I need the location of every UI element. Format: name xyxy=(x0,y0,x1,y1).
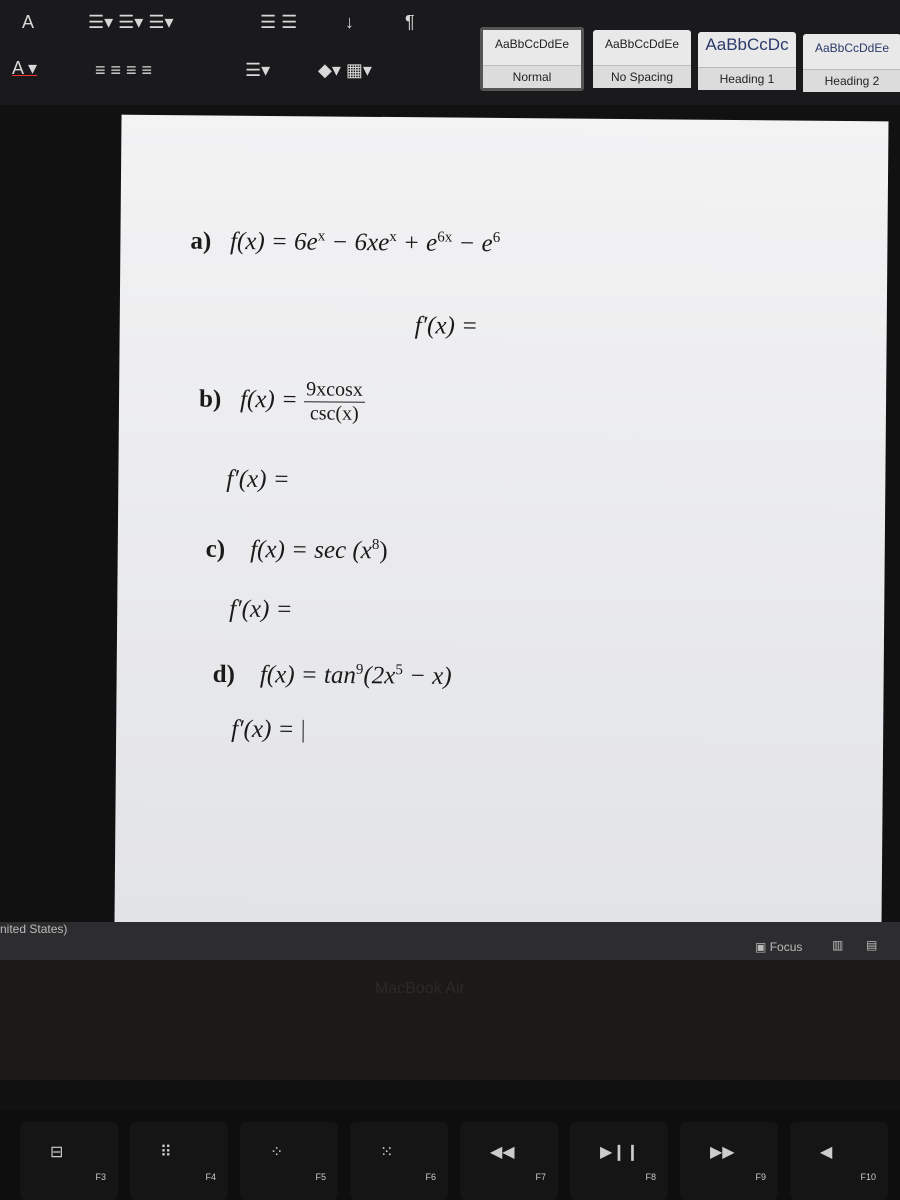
key-f4[interactable]: ⠿ F4 xyxy=(130,1122,228,1200)
denominator: csc(x) xyxy=(309,402,359,425)
label: a) xyxy=(190,227,212,255)
text-color-icon[interactable]: A ▾ xyxy=(12,58,37,79)
label: b) xyxy=(198,385,222,413)
style-preview: AaBbCcDdEe xyxy=(604,37,680,51)
key-f8[interactable]: ▶❙❙ F8 xyxy=(570,1122,668,1200)
text: f(x) = xyxy=(239,385,298,414)
text: f′(x) = xyxy=(231,715,295,744)
equation-a: a) f(x) = 6ex − 6xex + e6x − e6 xyxy=(190,227,500,258)
key-f7[interactable]: ◀◀ F7 xyxy=(460,1122,558,1200)
exp: 6x xyxy=(437,229,453,246)
mission-control-icon: ⊟ xyxy=(50,1144,64,1161)
text: − 6xe xyxy=(325,228,390,257)
document-page[interactable]: a) f(x) = 6ex − 6xex + e6x − e6 f′(x) = … xyxy=(114,114,889,930)
text: + e xyxy=(396,229,438,257)
style-heading-1[interactable]: AaBbCcDc Heading 1 xyxy=(698,32,796,90)
label: c) xyxy=(205,535,226,563)
text: f′(x) = xyxy=(414,312,479,340)
exp: 9 xyxy=(355,661,364,678)
line-spacing-icon[interactable]: ☰▾ xyxy=(245,60,270,81)
text: f(x) = 6e xyxy=(229,227,318,256)
shading-icon[interactable]: ◆▾ ▦▾ xyxy=(318,60,372,81)
exp: x xyxy=(317,228,326,245)
style-heading-2[interactable]: AaBbCcDdEe Heading 2 xyxy=(803,34,900,92)
derivative-a: f′(x) = xyxy=(415,312,479,341)
style-preview: AaBbCcDdEe xyxy=(494,37,570,51)
keyboard-light-down-icon: ⁘ xyxy=(270,1144,284,1161)
text: f(x) = tan xyxy=(259,661,357,690)
key-label: F3 xyxy=(95,1172,106,1182)
style-preview: AaBbCcDc xyxy=(705,35,789,54)
keyboard-light-up-icon: ⁙ xyxy=(380,1144,394,1161)
key-f10[interactable]: ◀ F10 xyxy=(790,1122,888,1200)
key-f9[interactable]: ▶▶ F9 xyxy=(680,1122,778,1200)
bullets-icon[interactable]: ☰▾ ☰▾ ☰▾ xyxy=(88,12,174,33)
play-pause-icon: ▶❙❙ xyxy=(600,1144,640,1161)
key-label: F6 xyxy=(425,1172,436,1182)
text: ) xyxy=(379,537,388,565)
equation-d: d) f(x) = tan9(2x5 − x) xyxy=(213,660,452,690)
numerator: 9xcosx xyxy=(304,378,365,403)
mute-icon: ◀ xyxy=(820,1144,833,1161)
style-name: Normal xyxy=(483,65,581,88)
style-name: No Spacing xyxy=(593,65,691,88)
key-f5[interactable]: ⁘ F5 xyxy=(240,1122,338,1200)
equation-b: b) f(x) = 9xcosx csc(x) xyxy=(199,377,365,425)
font-color-icon[interactable]: A xyxy=(22,12,34,33)
text: f′(x) = xyxy=(226,465,290,494)
text: − e xyxy=(452,229,493,258)
text: f′(x) = xyxy=(229,595,293,624)
exp: 8 xyxy=(371,536,380,553)
indent-icon[interactable]: ☰ ☰ xyxy=(260,12,297,33)
focus-button[interactable]: ▣ Focus xyxy=(755,940,802,954)
language-indicator[interactable]: nited States) xyxy=(0,922,67,936)
web-layout-icon[interactable]: ▤ xyxy=(866,938,877,952)
style-name: Heading 1 xyxy=(698,67,796,90)
focus-label: Focus xyxy=(769,940,803,954)
equation-c: c) f(x) = sec (x8) xyxy=(206,535,388,565)
key-label: F8 xyxy=(645,1172,656,1182)
key-label: F7 xyxy=(535,1172,546,1182)
derivative-c: f′(x) = xyxy=(229,596,293,625)
text: f(x) = sec (x xyxy=(250,536,372,565)
ribbon-toolbar: A A ▾ ☰▾ ☰▾ ☰▾ ☰ ☰ ↓ ¶ ≡ ≡ ≡ ≡ ☰▾ ◆▾ ▦▾ … xyxy=(0,0,900,105)
print-layout-icon[interactable]: ▥ xyxy=(832,938,843,952)
align-icons[interactable]: ≡ ≡ ≡ ≡ xyxy=(95,60,152,81)
key-f6[interactable]: ⁙ F6 xyxy=(350,1122,448,1200)
key-f3[interactable]: ⊟ F3 xyxy=(20,1122,118,1200)
launchpad-icon: ⠿ xyxy=(160,1144,172,1161)
style-preview: AaBbCcDdEe xyxy=(814,41,890,55)
brand-label: MacBook Air xyxy=(375,980,465,997)
text: − x) xyxy=(402,662,452,690)
key-label: F5 xyxy=(315,1172,326,1182)
derivative-b: f′(x) = xyxy=(226,466,290,495)
derivative-d: f′(x) = | xyxy=(231,716,306,745)
style-name: Heading 2 xyxy=(803,69,900,92)
text-cursor: | xyxy=(300,716,306,744)
style-normal[interactable]: AaBbCcDdEe Normal xyxy=(480,27,584,91)
key-label: F9 xyxy=(755,1172,766,1182)
key-label: F10 xyxy=(860,1172,876,1182)
laptop-bezel: MacBook Air xyxy=(0,960,900,1080)
style-no-spacing[interactable]: AaBbCcDdEe No Spacing xyxy=(593,30,691,88)
key-label: F4 xyxy=(205,1172,216,1182)
focus-icon: ▣ xyxy=(755,940,767,954)
rewind-icon: ◀◀ xyxy=(490,1144,515,1161)
text: (2x xyxy=(363,662,396,690)
fast-forward-icon: ▶▶ xyxy=(710,1144,735,1161)
sort-icon[interactable]: ↓ xyxy=(345,12,354,33)
status-bar: nited States) ▣ Focus ▥ ▤ xyxy=(0,922,900,960)
pilcrow-icon[interactable]: ¶ xyxy=(405,12,415,33)
label: d) xyxy=(212,660,236,689)
exp: 6 xyxy=(492,229,501,246)
fraction: 9xcosx csc(x) xyxy=(304,378,365,426)
